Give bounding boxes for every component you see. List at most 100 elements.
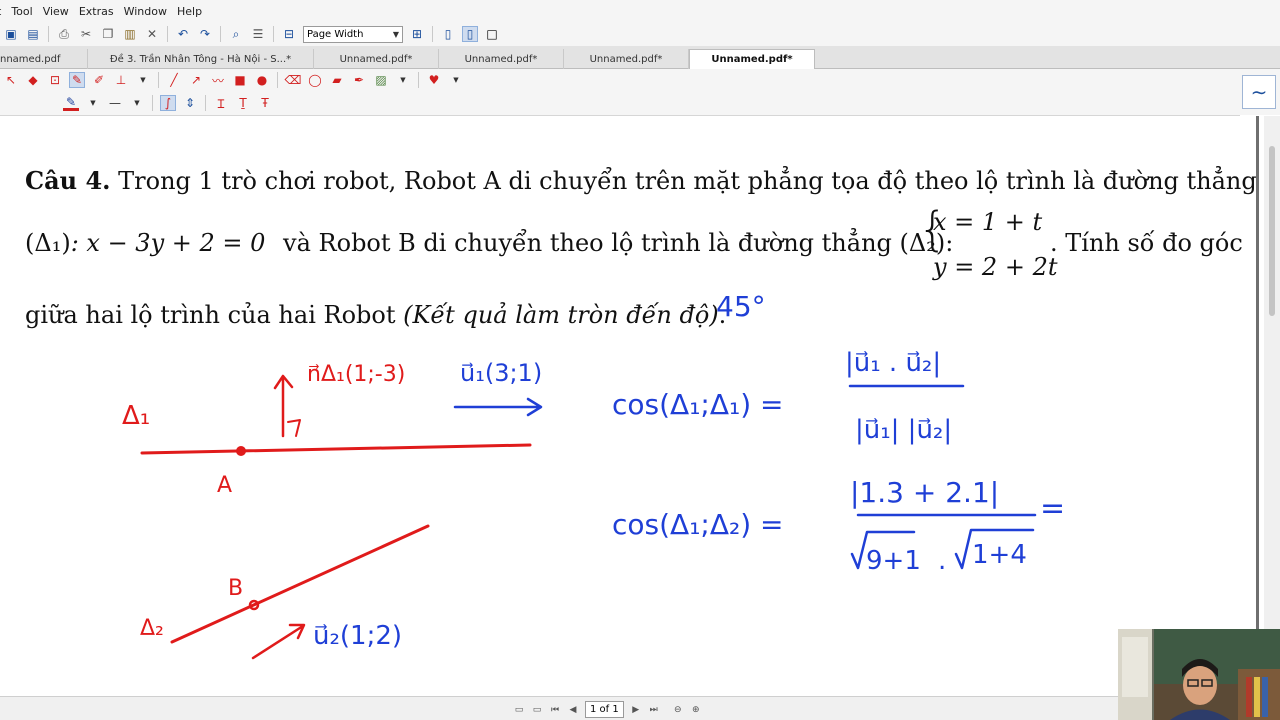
arrow-icon[interactable]: ↗ (188, 72, 204, 88)
cos-calc-lhs: cos(Δ₁;Δ₂) = (612, 508, 784, 541)
previous-page-icon[interactable]: ◀ (566, 703, 580, 717)
cos-calc-equals: = (1040, 491, 1065, 526)
handwritten-answer: 45° (716, 290, 766, 323)
tab-document-3[interactable]: Unnamed.pdf* (314, 49, 439, 69)
status-bar: ▭ ▭ ⏮ ◀ 1 of 1 ▶ ⏭ ⊖ ⊕ (0, 696, 1280, 720)
page-indicator[interactable]: 1 of 1 (585, 701, 624, 718)
chevron-down-icon[interactable]: ▼ (129, 95, 145, 111)
zoom-select[interactable]: Page Width ▼ (303, 25, 403, 43)
ellipse-icon[interactable]: ● (254, 72, 270, 88)
stamp-icon[interactable]: ⊡ (47, 72, 63, 88)
eraser-icon[interactable]: ◆ (25, 72, 41, 88)
last-page-icon[interactable]: ⏭ (647, 703, 661, 717)
wave-icon: ∼ (1250, 80, 1268, 104)
chevron-down-icon: ▼ (392, 29, 399, 39)
text-stamp-icon[interactable]: ⊥ (113, 72, 129, 88)
redo-icon[interactable]: ↷ (197, 26, 213, 42)
u2-vector-arrow (251, 623, 306, 660)
toolbar-divider (418, 72, 419, 88)
menu-item-extras[interactable]: Extras (74, 5, 119, 18)
webcam-overlay (1118, 629, 1280, 720)
fit-width-icon[interactable]: ▭ (530, 703, 544, 717)
zoom-value: Page Width (307, 28, 364, 40)
tab-label: Unnamed.pdf* (464, 53, 538, 65)
print-icon[interactable]: ⎙ (56, 26, 72, 42)
menu-item-view[interactable]: View (38, 5, 74, 18)
continuous-page-icon[interactable]: ▯ (462, 26, 478, 42)
cos-calc-numerator: |1.3 + 2.1| (850, 476, 999, 509)
document-page[interactable]: Câu 4. Trong 1 trò chơi robot, Robot A d… (0, 116, 1264, 696)
chevron-down-icon[interactable]: ▼ (448, 72, 464, 88)
text-strike-icon[interactable]: Ŧ (257, 95, 273, 111)
toolbar-divider (158, 72, 159, 88)
tab-document-2[interactable]: Đề 3. Trần Nhân Tông - Hà Nội - S...* (88, 49, 314, 69)
tab-label: Unnamed.pdf* (589, 53, 663, 65)
copy-icon[interactable]: ❐ (100, 26, 116, 42)
side-panel: ∼ (1240, 69, 1280, 115)
tab-label: nnamed.pdf (0, 53, 61, 65)
lasso-icon[interactable]: ◯ (307, 72, 323, 88)
text-format-icon[interactable]: Ɪ (213, 95, 229, 111)
save-icon[interactable]: ▣ (3, 26, 19, 42)
cos-formula-lhs: cos(Δ₁;Δ₁) = (612, 388, 784, 421)
chevron-down-icon[interactable]: ▼ (85, 95, 101, 111)
line-icon[interactable]: ╱ (166, 72, 182, 88)
marker-icon[interactable]: ▰ (329, 72, 345, 88)
page-border-icon[interactable]: □ (484, 26, 500, 42)
save-as-icon[interactable]: ▤ (25, 26, 41, 42)
tab-document-1[interactable]: nnamed.pdf (0, 49, 88, 69)
point-a-dot (236, 446, 246, 456)
first-page-icon[interactable]: ⏮ (548, 703, 562, 717)
tab-document-5[interactable]: Unnamed.pdf* (564, 49, 689, 69)
image-icon[interactable]: ▨ (373, 72, 389, 88)
close-icon[interactable]: ✕ (144, 26, 160, 42)
smooth-line-icon[interactable]: ∫ (160, 95, 176, 111)
next-page-icon[interactable]: ▶ (629, 703, 643, 717)
menu-item-tool[interactable]: Tool (6, 5, 37, 18)
back-icon[interactable]: ⊖ (671, 703, 685, 717)
toolbar-divider (152, 95, 153, 111)
eraser-tool-icon[interactable]: ⌫ (285, 72, 302, 88)
line-delta1 (140, 443, 532, 455)
fit-page-icon[interactable]: ▭ (512, 703, 526, 717)
u1-vector-arrow (453, 397, 543, 417)
label-normal-vector: n⃗Δ₁(1;-3) (307, 362, 405, 387)
page-edge (1256, 116, 1259, 696)
label-point-b: B (228, 576, 243, 601)
chevron-down-icon[interactable]: ▼ (395, 72, 411, 88)
select-icon[interactable]: ↖ (3, 72, 19, 88)
highlighter-icon[interactable]: ✐ (91, 72, 107, 88)
forward-icon[interactable]: ⊕ (689, 703, 703, 717)
rectangle-icon[interactable]: ■ (232, 72, 248, 88)
heart-icon[interactable]: ♥ (426, 72, 442, 88)
line-width-icon[interactable]: ⇕ (182, 95, 198, 111)
line-style-icon[interactable]: — (107, 95, 123, 111)
label-u2-vector: u⃗₂(1;2) (313, 621, 402, 651)
menu-item-help[interactable]: Help (172, 5, 207, 18)
zoom-out-icon[interactable]: ⊟ (281, 26, 297, 42)
pen-mode-button[interactable]: ∼ (1242, 75, 1276, 109)
hand-tool-icon[interactable]: ☰ (250, 26, 266, 42)
annotation-toolbar: ↖ ◆ ⊡ ✎ ✐ ⊥ ▼ ╱ ↗ 〰 ■ ● ⌫ ◯ ▰ ✒ ▨ ▼ ♥ ▼ (0, 69, 1240, 91)
paste-icon[interactable]: ▥ (122, 26, 138, 42)
polyline-icon[interactable]: 〰 (210, 72, 226, 88)
text-underline-icon[interactable]: Ṯ (235, 95, 251, 111)
text-color-icon[interactable]: ✎ (63, 95, 79, 111)
tab-document-4[interactable]: Unnamed.pdf* (439, 49, 564, 69)
find-icon[interactable]: ⌕ (228, 26, 244, 42)
dot-separator: . (938, 546, 946, 576)
vertical-scrollbar[interactable] (1264, 116, 1280, 696)
zoom-in-icon[interactable]: ⊞ (409, 26, 425, 42)
pen-icon[interactable]: ✎ (69, 72, 85, 88)
menu-item-window[interactable]: Window (119, 5, 172, 18)
note-pen-icon[interactable]: ✒ (351, 72, 367, 88)
tab-document-active[interactable]: Unnamed.pdf* (689, 49, 815, 69)
label-delta1: Δ₁ (122, 401, 150, 431)
cut-icon[interactable]: ✂ (78, 26, 94, 42)
single-page-icon[interactable]: ▯ (440, 26, 456, 42)
chevron-down-icon[interactable]: ▼ (135, 72, 151, 88)
page-navigation: ▭ ▭ ⏮ ◀ 1 of 1 ▶ ⏭ ⊖ ⊕ (510, 701, 705, 718)
scrollbar-thumb[interactable] (1269, 146, 1275, 316)
undo-icon[interactable]: ↶ (175, 26, 191, 42)
label-point-a: A (217, 473, 232, 498)
